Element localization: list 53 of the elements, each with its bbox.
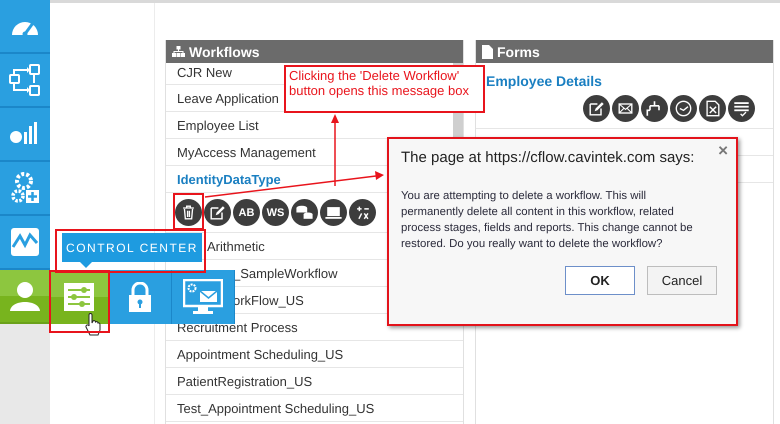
workflow-item[interactable]: Test_Appointment Scheduling_US: [177, 400, 374, 416]
mail-icon[interactable]: [612, 95, 639, 122]
menu-tile[interactable]: [172, 270, 235, 324]
close-button[interactable]: ×: [718, 141, 728, 161]
menu-tile[interactable]: [109, 270, 172, 324]
sidebar-item[interactable]: [0, 54, 50, 108]
workflow-item[interactable]: Appointment Scheduling_US: [177, 346, 344, 362]
hand-cursor-icon: [85, 313, 101, 337]
workflow-item[interactable]: MyAccess Management: [177, 144, 316, 160]
sidebar-item[interactable]: [0, 270, 50, 324]
dialog-title: The page at https://cflow.cavintek.com says:: [401, 149, 696, 166]
annotation-callout: Clicking the 'Delete Workflow' button opens this message box: [284, 65, 485, 113]
gears-icon: [10, 172, 40, 204]
tooltip: CONTROL CENTER: [62, 233, 202, 262]
checklist-icon[interactable]: [728, 95, 755, 122]
database-icon[interactable]: [291, 199, 318, 226]
math-operators-icon[interactable]: [349, 199, 376, 226]
sidebar-item[interactable]: [0, 216, 50, 270]
workflow-item[interactable]: IdentityDataType: [177, 172, 281, 186]
workflow-diagram-icon: [8, 63, 42, 97]
sidebar-item[interactable]: [0, 108, 50, 162]
trash-icon[interactable]: [175, 199, 202, 226]
line-chart-icon: [10, 227, 40, 257]
monitor-icon: [183, 279, 223, 315]
edit-icon[interactable]: [583, 95, 610, 122]
dialog-button[interactable]: Cancel: [647, 266, 717, 295]
panel-title: Forms: [497, 44, 540, 60]
workflow-item[interactable]: _SampleWorkflow: [233, 266, 338, 280]
workflow-item[interactable]: Recruitment Process: [177, 320, 298, 334]
sidebar-item[interactable]: [0, 162, 50, 216]
screen-icon[interactable]: [320, 199, 347, 226]
workflow-item[interactable]: PatientRegistration_US: [177, 374, 312, 388]
clock-icon[interactable]: [670, 95, 697, 122]
spreadsheet-file-icon[interactable]: [699, 95, 726, 122]
sidebar-item[interactable]: [0, 0, 50, 54]
action-button[interactable]: AB: [233, 199, 260, 226]
sliders-icon: [64, 283, 94, 311]
action-button[interactable]: WS: [262, 199, 289, 226]
lock-icon: [128, 282, 152, 312]
hierarchy-icon[interactable]: [641, 95, 668, 122]
workflow-item[interactable]: CJR New: [177, 65, 232, 80]
dialog-message: You are attempting to delete a workflow. This will permanently delete all content in this workflow, related process stages, fields and reports. This change cannot be restored. Do you really want to delete the workflow?: [401, 189, 694, 252]
panel-title: Workflows: [189, 44, 260, 60]
workflow-item[interactable]: Leave Application: [177, 90, 279, 106]
user-icon: [9, 280, 41, 312]
document-icon: [482, 44, 493, 58]
workflow-item[interactable]: Employee List: [177, 118, 259, 132]
dialog-button[interactable]: OK: [565, 266, 635, 295]
workflow-item[interactable]: orkFlow_US: [233, 292, 304, 308]
hierarchy-icon: [172, 46, 185, 57]
form-link[interactable]: Employee Details: [486, 73, 602, 89]
workflow-item[interactable]: Arithmetic: [207, 238, 265, 254]
edit-icon[interactable]: [204, 199, 231, 226]
